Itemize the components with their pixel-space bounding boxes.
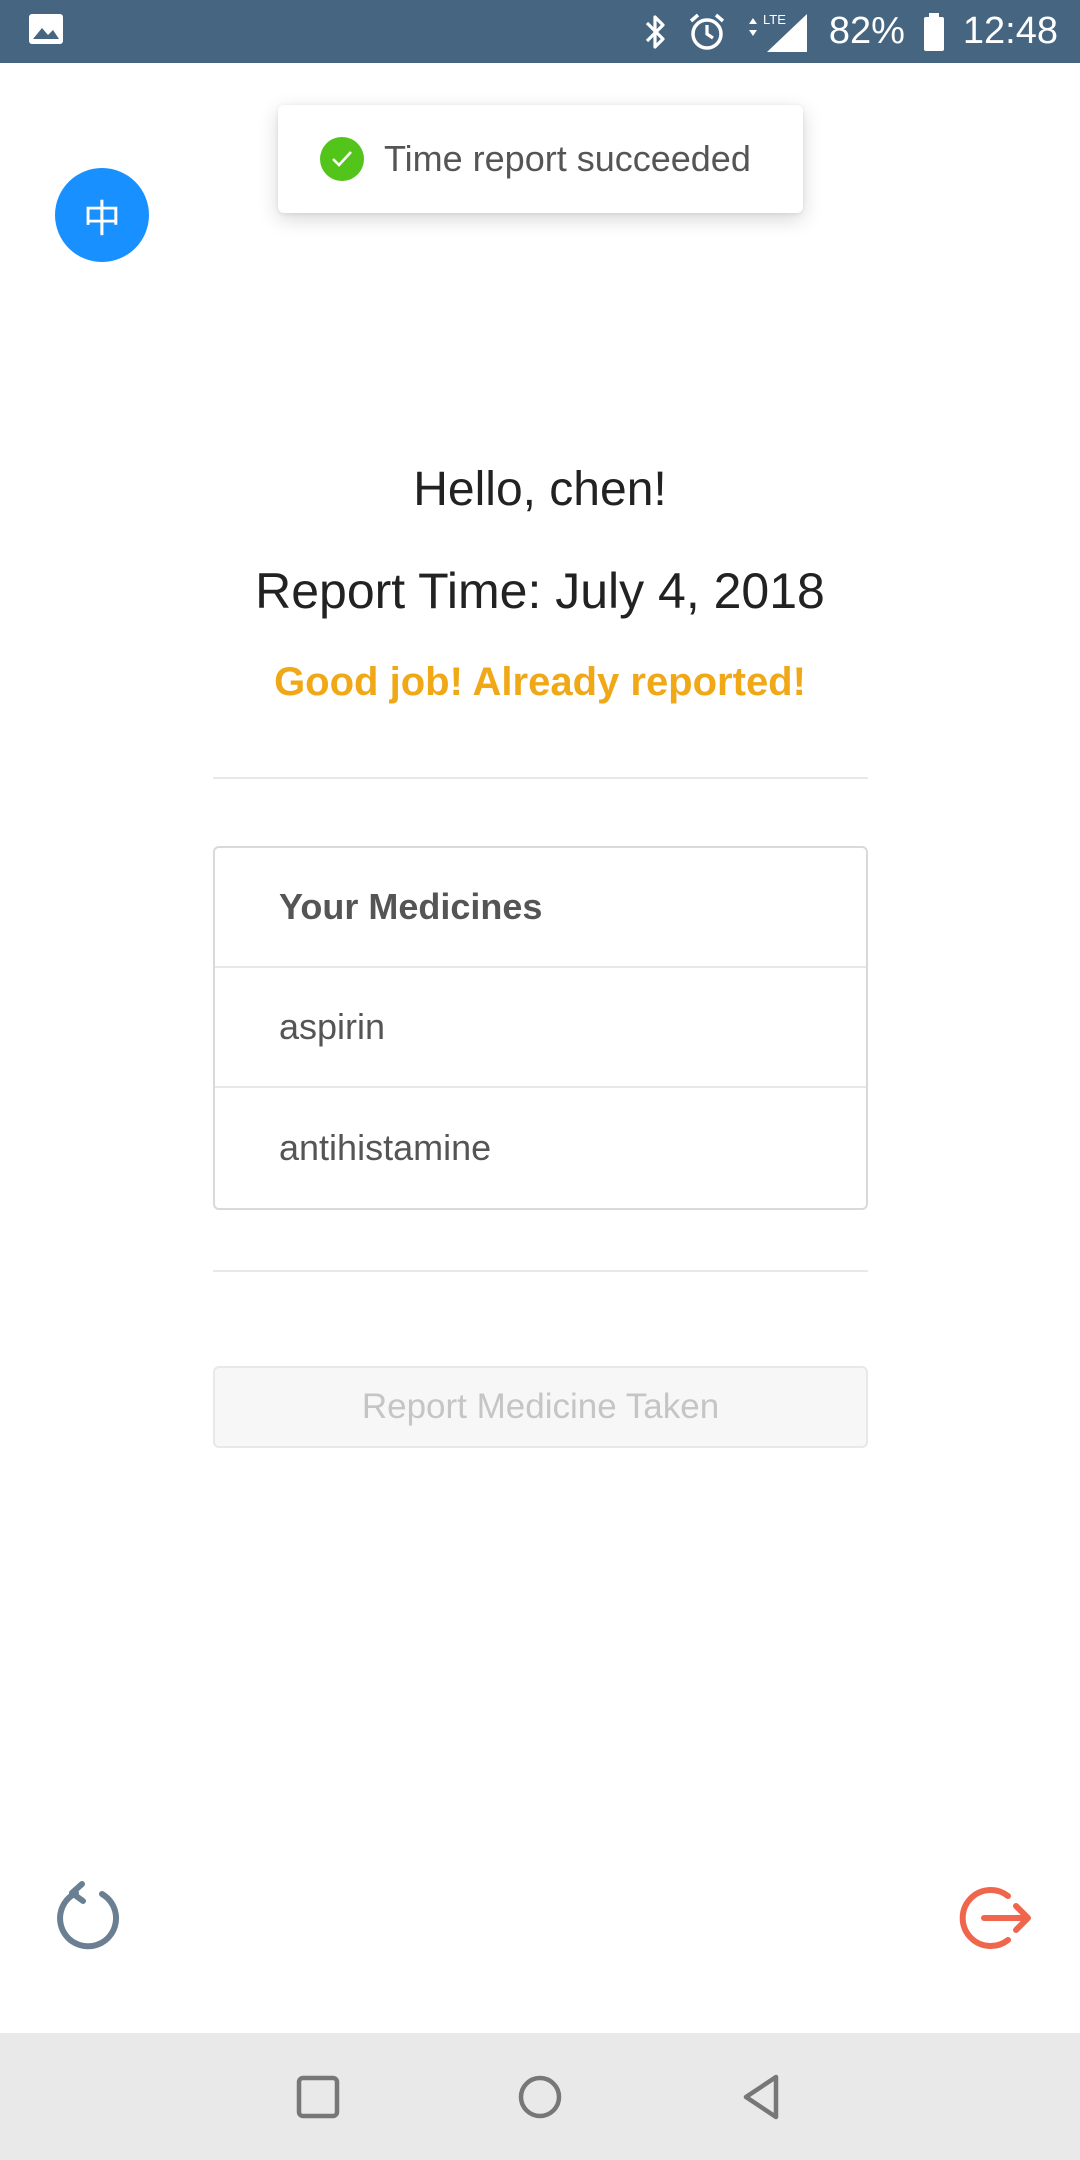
report-time-text: Report Time: July 4, 2018 <box>255 563 825 619</box>
navigation-bar <box>0 2033 1080 2160</box>
greeting-text: Hello, chen! <box>413 463 667 516</box>
back-icon <box>743 2074 779 2120</box>
report-status-message: Good job! Already reported! <box>274 660 806 704</box>
back-button[interactable] <box>734 2069 790 2125</box>
bluetooth-icon <box>643 12 669 52</box>
logout-icon <box>959 1887 1031 1949</box>
image-icon <box>28 13 64 50</box>
alarm-icon <box>687 12 727 52</box>
list-item: antihistamine <box>279 1127 492 1168</box>
recent-apps-button[interactable] <box>290 2069 346 2125</box>
medicines-list: Your Medicines aspirin antihistamine <box>213 846 868 1210</box>
report-medicine-taken-button[interactable]: Report Medicine Taken <box>213 1366 868 1448</box>
refresh-button[interactable] <box>52 1880 127 1955</box>
status-bar: LTE 82% 12:48 <box>0 0 1080 63</box>
battery-percentage: 82% <box>828 10 905 52</box>
battery-icon <box>923 12 945 52</box>
recent-apps-icon <box>296 2075 340 2119</box>
toast-message: Time report succeeded <box>384 138 751 179</box>
language-toggle-button[interactable]: 中 <box>55 168 149 262</box>
network-type-label: LTE <box>763 12 786 27</box>
divider <box>213 777 868 779</box>
status-left <box>28 13 64 50</box>
clock: 12:48 <box>962 10 1058 52</box>
home-button[interactable] <box>512 2069 568 2125</box>
status-right: LTE 82% 12:48 <box>643 10 1058 54</box>
refresh-icon <box>57 1881 120 1950</box>
logout-button[interactable] <box>956 1878 1036 1958</box>
divider <box>213 1270 868 1272</box>
signal-icon: LTE <box>745 10 811 54</box>
home-icon <box>518 2075 562 2119</box>
check-circle-icon <box>320 137 364 181</box>
success-toast: Time report succeeded <box>278 105 803 213</box>
list-item: aspirin <box>215 968 866 1088</box>
medicines-list-header: Your Medicines <box>215 848 866 968</box>
